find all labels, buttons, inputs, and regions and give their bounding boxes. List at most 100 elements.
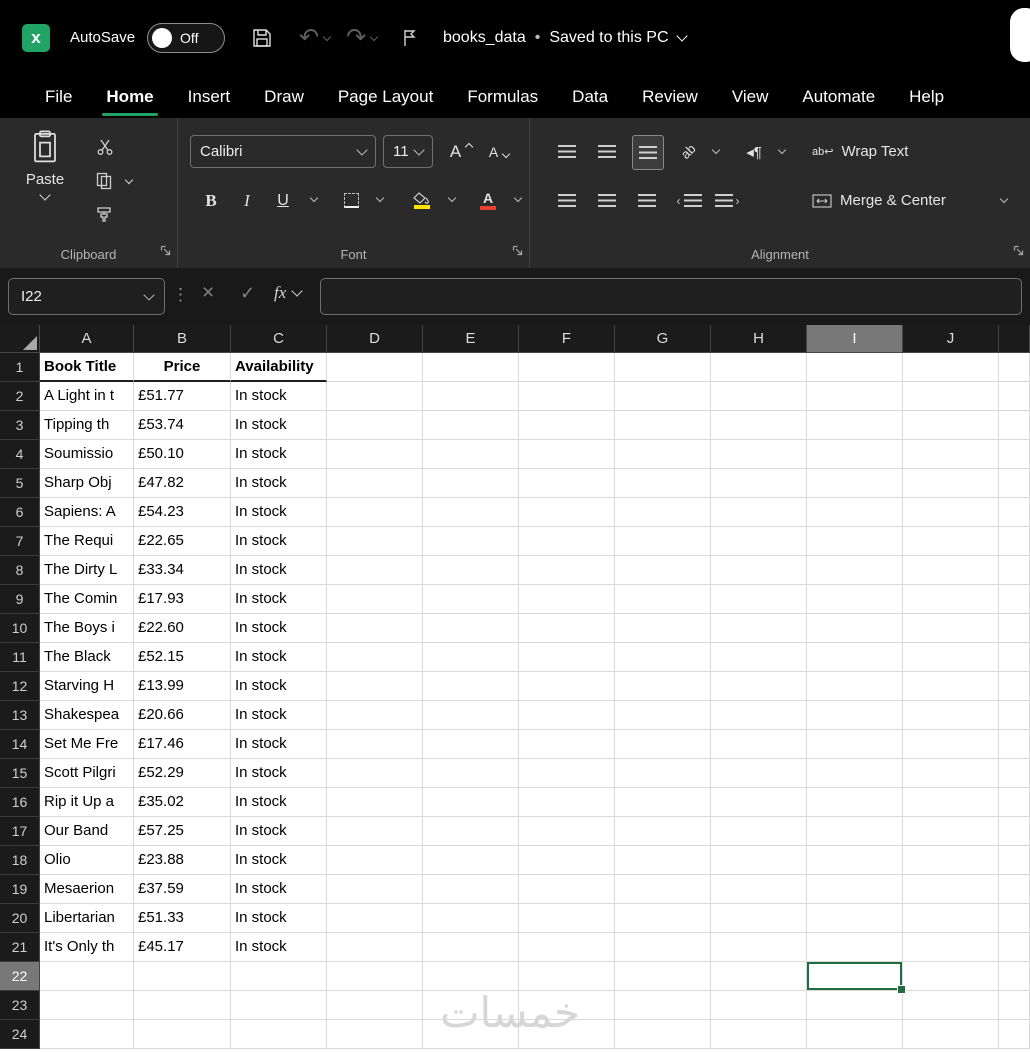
menu-tab-view[interactable]: View xyxy=(715,75,786,118)
cell-partial-1[interactable] xyxy=(999,353,1030,382)
cell-D17[interactable] xyxy=(327,817,423,846)
middle-align-button[interactable] xyxy=(592,135,622,168)
cell-A21[interactable]: It's Only th xyxy=(40,933,134,962)
cell-G1[interactable] xyxy=(615,353,711,382)
row-header-1[interactable]: 1 xyxy=(0,353,40,382)
cell-J7[interactable] xyxy=(903,527,999,556)
column-header-F[interactable]: F xyxy=(519,325,615,353)
cell-C9[interactable]: In stock xyxy=(231,585,327,614)
cell-G2[interactable] xyxy=(615,382,711,411)
cell-H16[interactable] xyxy=(711,788,807,817)
cell-I24[interactable] xyxy=(807,1020,903,1049)
cell-H4[interactable] xyxy=(711,440,807,469)
cell-B14[interactable]: £17.46 xyxy=(134,730,231,759)
row-header-23[interactable]: 23 xyxy=(0,991,40,1020)
formula-input[interactable] xyxy=(320,278,1022,315)
cell-I22[interactable] xyxy=(807,962,906,994)
cell-F21[interactable] xyxy=(519,933,615,962)
row-header-15[interactable]: 15 xyxy=(0,759,40,788)
cell-J21[interactable] xyxy=(903,933,999,962)
cell-I5[interactable] xyxy=(807,469,903,498)
font-color-button[interactable]: A xyxy=(474,184,502,217)
cell-E2[interactable] xyxy=(423,382,519,411)
row-header-17[interactable]: 17 xyxy=(0,817,40,846)
cell-A12[interactable]: Starving H xyxy=(40,672,134,701)
column-header-G[interactable]: G xyxy=(615,325,711,353)
cell-D5[interactable] xyxy=(327,469,423,498)
cell-partial-16[interactable] xyxy=(999,788,1030,817)
borders-button[interactable] xyxy=(338,184,364,217)
cell-partial-14[interactable] xyxy=(999,730,1030,759)
document-title[interactable]: books_data • Saved to this PC xyxy=(443,0,688,75)
cell-F4[interactable] xyxy=(519,440,615,469)
cell-C6[interactable]: In stock xyxy=(231,498,327,527)
cell-I7[interactable] xyxy=(807,527,903,556)
cell-A16[interactable]: Rip it Up a xyxy=(40,788,134,817)
cell-H3[interactable] xyxy=(711,411,807,440)
italic-button[interactable]: I xyxy=(234,184,260,217)
cell-H23[interactable] xyxy=(711,991,807,1020)
cell-H17[interactable] xyxy=(711,817,807,846)
cell-J2[interactable] xyxy=(903,382,999,411)
cell-G12[interactable] xyxy=(615,672,711,701)
cell-H15[interactable] xyxy=(711,759,807,788)
row-header-22[interactable]: 22 xyxy=(0,962,40,991)
cell-G14[interactable] xyxy=(615,730,711,759)
confirm-entry-button[interactable]: ✓ xyxy=(240,283,255,304)
cell-E14[interactable] xyxy=(423,730,519,759)
cell-I13[interactable] xyxy=(807,701,903,730)
menu-tab-file[interactable]: File xyxy=(28,75,89,118)
cell-F20[interactable] xyxy=(519,904,615,933)
cell-F17[interactable] xyxy=(519,817,615,846)
cell-H5[interactable] xyxy=(711,469,807,498)
column-header-H[interactable]: H xyxy=(711,325,807,353)
row-header-13[interactable]: 13 xyxy=(0,701,40,730)
cell-C15[interactable]: In stock xyxy=(231,759,327,788)
cell-D7[interactable] xyxy=(327,527,423,556)
cell-D13[interactable] xyxy=(327,701,423,730)
cell-F19[interactable] xyxy=(519,875,615,904)
menu-tab-home[interactable]: Home xyxy=(89,75,170,118)
cell-A1[interactable]: Book Title xyxy=(40,353,134,382)
cell-B2[interactable]: £51.77 xyxy=(134,382,231,411)
increase-font-size-button[interactable]: A xyxy=(444,135,478,168)
cell-C13[interactable]: In stock xyxy=(231,701,327,730)
cell-C23[interactable] xyxy=(231,991,327,1020)
cell-I16[interactable] xyxy=(807,788,903,817)
cell-H20[interactable] xyxy=(711,904,807,933)
cell-D14[interactable] xyxy=(327,730,423,759)
cell-I11[interactable] xyxy=(807,643,903,672)
cell-B8[interactable]: £33.34 xyxy=(134,556,231,585)
cell-H24[interactable] xyxy=(711,1020,807,1049)
cell-A20[interactable]: Libertarian xyxy=(40,904,134,933)
row-header-19[interactable]: 19 xyxy=(0,875,40,904)
cell-H8[interactable] xyxy=(711,556,807,585)
cell-B22[interactable] xyxy=(134,962,231,991)
cell-J19[interactable] xyxy=(903,875,999,904)
cell-G6[interactable] xyxy=(615,498,711,527)
autosave-toggle[interactable]: Off xyxy=(147,22,226,53)
cell-G10[interactable] xyxy=(615,614,711,643)
quick-access-flag-icon[interactable] xyxy=(401,28,417,48)
cell-I15[interactable] xyxy=(807,759,903,788)
cell-H11[interactable] xyxy=(711,643,807,672)
cell-F12[interactable] xyxy=(519,672,615,701)
cell-A15[interactable]: Scott Pilgri xyxy=(40,759,134,788)
column-header-B[interactable]: B xyxy=(134,325,231,353)
column-header-C[interactable]: C xyxy=(231,325,327,353)
search-pill-partial[interactable] xyxy=(1010,8,1030,62)
cell-partial-3[interactable] xyxy=(999,411,1030,440)
row-header-9[interactable]: 9 xyxy=(0,585,40,614)
cell-E7[interactable] xyxy=(423,527,519,556)
cell-C8[interactable]: In stock xyxy=(231,556,327,585)
cell-C22[interactable] xyxy=(231,962,327,991)
cell-B16[interactable]: £35.02 xyxy=(134,788,231,817)
cell-A2[interactable]: A Light in t xyxy=(40,382,134,411)
cell-B6[interactable]: £54.23 xyxy=(134,498,231,527)
cell-I17[interactable] xyxy=(807,817,903,846)
cell-D19[interactable] xyxy=(327,875,423,904)
cell-A19[interactable]: Mesaerion xyxy=(40,875,134,904)
cell-partial-6[interactable] xyxy=(999,498,1030,527)
row-header-4[interactable]: 4 xyxy=(0,440,40,469)
cell-F2[interactable] xyxy=(519,382,615,411)
